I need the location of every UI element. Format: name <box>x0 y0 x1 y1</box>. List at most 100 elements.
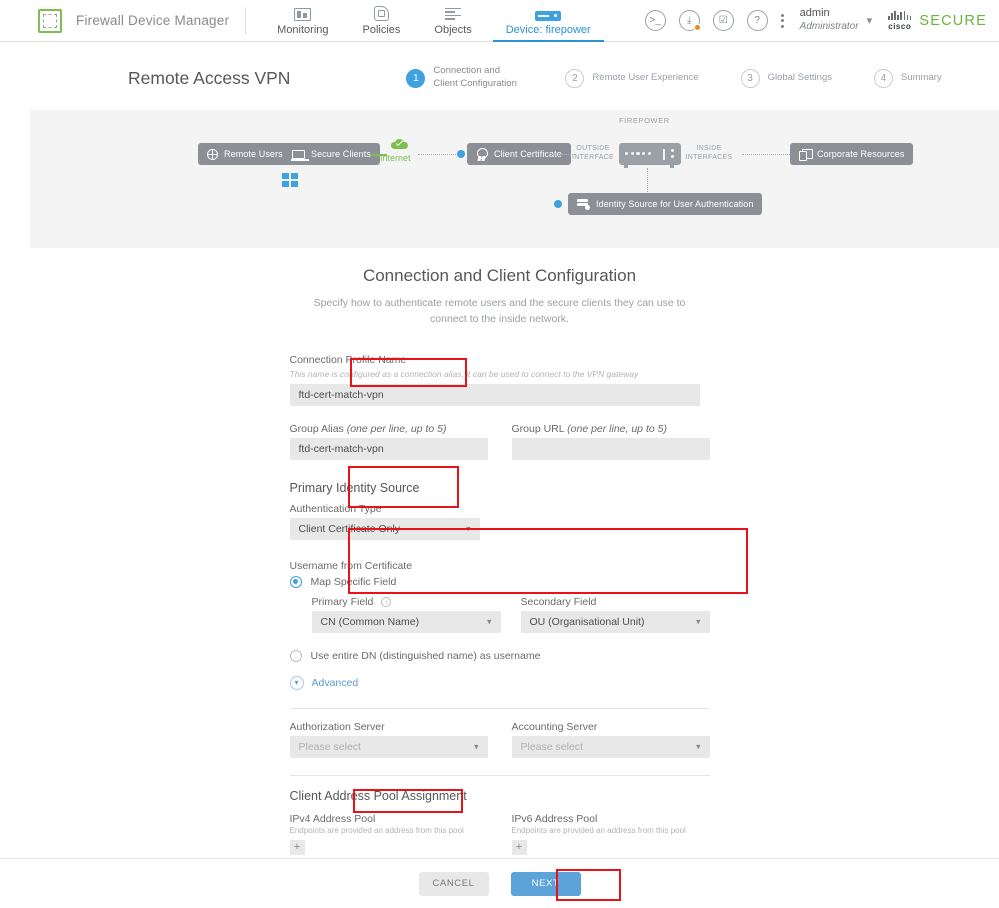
ipv4-add-button[interactable]: + <box>289 839 305 855</box>
diagram-dotted-link-3 <box>742 154 792 155</box>
deploy-glyph: ⤓ <box>686 15 692 26</box>
authorization-server-select[interactable]: Please select ▾ <box>289 735 488 758</box>
authentication-type-value: Client Certificate Only <box>289 517 480 540</box>
connection-profile-name-input[interactable]: ftd-cert-match-vpn <box>289 383 700 406</box>
form-subtitle: Specify how to authenticate remote users… <box>313 297 686 326</box>
main-form-area: Connection and Client Configuration Spec… <box>0 248 999 908</box>
advanced-label: Advanced <box>311 676 359 689</box>
cli-console-glyph: >_ <box>649 15 661 26</box>
advanced-toggle[interactable]: ▾ Advanced <box>289 675 710 690</box>
app-title: Firewall Device Manager <box>76 13 230 28</box>
cloud-check-icon <box>391 138 408 149</box>
tab-policies[interactable]: Policies <box>346 0 418 42</box>
tab-objects[interactable]: Objects <box>417 0 488 42</box>
wizard-step-2-number: 2 <box>565 68 585 88</box>
nav-divider <box>245 6 247 35</box>
objects-icon <box>445 4 462 21</box>
map-specific-field-radio[interactable] <box>289 575 302 588</box>
form-fields: Connection Profile Name This name is con… <box>289 353 710 908</box>
diagram-secure-clients-label: Secure Clients <box>311 149 371 159</box>
accounting-server-select[interactable]: Please select ▾ <box>511 735 710 758</box>
client-address-pool-title: Client Address Pool Assignment <box>289 788 467 803</box>
wizard-step-1[interactable]: 1 Connection and Client Configuration <box>406 65 523 91</box>
use-entire-dn-radio-row[interactable]: Use entire DN (distinguished name) as us… <box>289 649 710 662</box>
ipv6-add-button[interactable]: + <box>511 839 527 855</box>
cisco-wordmark: cisco <box>888 21 912 31</box>
tab-device[interactable]: Device: firepower <box>489 0 608 42</box>
help-glyph: ? <box>754 15 760 26</box>
wizard-steps: 1 Connection and Client Configuration 2 … <box>406 65 983 91</box>
outside-line1: OUTSIDE <box>576 145 610 152</box>
diagram-firewall-device <box>619 143 681 168</box>
cli-console-icon[interactable]: >_ <box>644 10 666 31</box>
laptop-icon <box>290 149 309 161</box>
cisco-secure-logo: cisco SECURE <box>888 10 987 31</box>
diagram-dotted-link-1 <box>418 154 458 155</box>
authorization-server-label: Authorization Server <box>289 720 385 733</box>
tab-monitoring-label: Monitoring <box>277 23 329 36</box>
ipv4-address-pool-sub: Endpoints are provided an address from t… <box>289 825 464 835</box>
diagram-identity-source-label: Identity Source for User Authentication <box>596 199 754 209</box>
cancel-button[interactable]: CANCEL <box>418 871 489 896</box>
accounting-server-label: Accounting Server <box>511 720 598 733</box>
page-title: Remote Access VPN <box>128 67 291 88</box>
group-url-label-italic: (one per line, up to 5) <box>567 422 667 435</box>
wizard-step-4-number: 4 <box>874 68 893 88</box>
group-alias-input[interactable]: ftd-cert-match-vpn <box>289 437 488 460</box>
authorization-server-value: Please select <box>289 735 488 758</box>
user-info[interactable]: admin Administrator <box>800 7 859 33</box>
form-title: Connection and Client Configuration <box>362 266 637 285</box>
wizard-step-1-label: Connection and Client Configuration <box>433 65 517 89</box>
next-button[interactable]: NEXT <box>510 871 581 896</box>
map-specific-field-label: Map Specific Field <box>310 575 397 588</box>
diagram-remote-users-label: Remote Users <box>224 149 283 159</box>
inside-line2: INTERFACES <box>685 153 733 161</box>
firewall-feet <box>624 165 628 168</box>
secondary-field-select[interactable]: OU (Organisational Unit) ▾ <box>520 610 710 633</box>
authentication-type-select[interactable]: Client Certificate Only ▾ <box>289 517 480 540</box>
ipv6-address-pool-sub: Endpoints are provided an address from t… <box>511 825 686 835</box>
group-url-label: Group URL (one per line, up to 5) <box>512 423 710 435</box>
wizard-step-2[interactable]: 2 Remote User Experience <box>565 68 699 88</box>
group-url-label-main: Group URL <box>511 422 565 435</box>
section-divider-1 <box>289 707 710 709</box>
secondary-field-label: Secondary Field <box>520 595 597 608</box>
info-icon[interactable]: i <box>381 596 392 607</box>
diagram-node-corporate-resources: Corporate Resources <box>790 143 914 165</box>
firewall-bar-icon <box>662 149 665 160</box>
connection-profile-name-label: Connection Profile Name <box>289 353 407 366</box>
help-icon[interactable]: ? <box>746 10 768 31</box>
wizard-step-4[interactable]: 4 Summary <box>874 68 942 88</box>
ipv6-address-pool-label: IPv6 Address Pool <box>511 812 598 825</box>
cisco-bars-icon <box>888 10 912 20</box>
top-nav-right-cluster: >_ ⤓ ☑ ? admin Administrator ▾ cisco SEC… <box>644 7 999 33</box>
certificate-icon <box>476 148 488 160</box>
primary-identity-source-title: Primary Identity Source <box>289 480 420 495</box>
deploy-pending-badge <box>693 24 701 31</box>
wizard-step-4-label: Summary <box>901 71 942 83</box>
use-entire-dn-radio[interactable] <box>289 649 302 662</box>
firewall-leds-icon <box>625 152 651 156</box>
tasks-icon[interactable]: ☑ <box>712 10 734 31</box>
group-alias-label-main: Group Alias <box>289 422 344 435</box>
diagram-connector-dot-2 <box>554 200 562 208</box>
windows-logo-icon <box>282 173 298 187</box>
ipv4-address-pool-label: IPv4 Address Pool <box>289 812 376 825</box>
wizard-step-3[interactable]: 3 Global Settings <box>740 68 832 88</box>
kebab-menu-icon[interactable] <box>780 13 784 28</box>
tab-monitoring[interactable]: Monitoring <box>260 0 345 42</box>
group-url-input[interactable] <box>511 437 710 460</box>
diagram-connector-dot-1 <box>457 150 465 158</box>
tasks-glyph: ☑ <box>718 15 728 26</box>
deploy-icon[interactable]: ⤓ <box>678 10 701 31</box>
main-nav-tabs: Monitoring Policies Objects Device: fire… <box>260 0 608 42</box>
use-entire-dn-label: Use entire DN (distinguished name) as us… <box>310 649 541 662</box>
wizard-step-3-label: Global Settings <box>767 71 832 83</box>
primary-field-select[interactable]: CN (Common Name) ▾ <box>311 610 501 633</box>
chevron-down-icon[interactable]: ▾ <box>867 14 873 27</box>
section-divider-2 <box>289 774 710 776</box>
diagram-node-identity-source: Identity Source for User Authentication <box>568 193 763 215</box>
map-specific-field-radio-row[interactable]: Map Specific Field <box>289 575 710 588</box>
primary-field-label-text: Primary Field <box>311 595 374 608</box>
authentication-type-label: Authentication Type <box>289 502 382 515</box>
